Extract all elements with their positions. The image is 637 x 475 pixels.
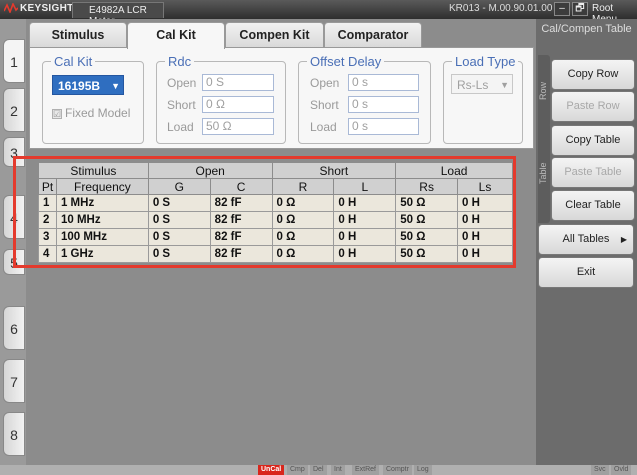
rdc-load-label: Load [167, 120, 194, 134]
status-bar: UnCal Cmp Del Int ExtRef Comptr Log Svc … [0, 465, 637, 475]
minimize-button[interactable]: – [554, 2, 570, 16]
paste-row-button[interactable]: Paste Row [551, 91, 635, 122]
status-cmp: Cmp [287, 465, 308, 475]
cal-kit-value: 16195B [58, 79, 101, 93]
row-group-label: Row [538, 55, 550, 127]
status-extref: ExtRef [352, 465, 380, 475]
offset-open-label: Open [310, 76, 340, 90]
status-del: Del [310, 465, 327, 475]
highlight-box [13, 156, 516, 268]
keysight-logo: KEYSIGHT [3, 2, 74, 15]
status-svc: Svc [591, 465, 609, 475]
softkey-panel: Cal/Compen Table Row Copy Row Paste Row … [536, 19, 637, 465]
offset-short-field[interactable]: 0 s [348, 96, 419, 113]
tab-stimulus[interactable]: Stimulus [29, 22, 127, 48]
rdc-open-field[interactable]: 0 S [202, 74, 274, 91]
offset-open-field[interactable]: 0 s [348, 74, 419, 91]
rdc-short-label: Short [167, 98, 196, 112]
copy-table-button[interactable]: Copy Table [551, 125, 635, 156]
checkbox-icon: ☑ [52, 109, 62, 119]
channel-tab-2[interactable]: 2 [3, 88, 25, 132]
rdc-short-field[interactable]: 0 Ω [202, 96, 274, 113]
all-tables-label: All Tables [562, 233, 610, 245]
cal-kit-legend: Cal Kit [54, 54, 93, 69]
channel-tab-1[interactable]: 1 [3, 39, 25, 83]
offset-delay-legend: Offset Delay [310, 54, 382, 69]
tab-comparator[interactable]: Comparator [324, 22, 422, 48]
channel-tab-8[interactable]: 8 [3, 412, 25, 456]
copy-row-button[interactable]: Copy Row [551, 59, 635, 90]
keysight-wave-icon [3, 2, 19, 15]
load-type-group: Load Type [443, 54, 523, 144]
status-log: Log [414, 465, 432, 475]
chevron-down-icon: ▼ [500, 80, 509, 90]
status-ovld: Ovld [611, 465, 632, 475]
rdc-legend: Rdc [168, 54, 192, 69]
status-comptr: Comptr [383, 465, 412, 475]
brand-name: KEYSIGHT [20, 3, 74, 14]
channel-tab-6[interactable]: 6 [3, 306, 25, 350]
status-int: Int [331, 465, 345, 475]
tab-bar: Stimulus Cal Kit Compen Kit Comparator [29, 22, 534, 49]
cal-kit-settings: Cal Kit 16195B ▼ ☑ Fixed Model Rdc Open 0 … [29, 47, 534, 149]
exit-button[interactable]: Exit [538, 257, 634, 288]
tab-compen-kit[interactable]: Compen Kit [225, 22, 324, 48]
chevron-down-icon: ▼ [111, 81, 120, 91]
load-type-legend: Load Type [455, 54, 516, 69]
softkey-title: Cal/Compen Table [541, 23, 632, 35]
cal-kit-group: Cal Kit [42, 54, 144, 144]
cal-kit-select[interactable]: 16195B ▼ [52, 75, 124, 95]
rdc-load-field[interactable]: 50 Ω [202, 118, 274, 135]
status-uncal: UnCal [258, 465, 285, 475]
table-group-label: Table [538, 123, 550, 223]
channel-tab-7[interactable]: 7 [3, 359, 25, 403]
fixed-model-checkbox[interactable]: ☑ Fixed Model [52, 106, 130, 120]
paste-table-button[interactable]: Paste Table [551, 157, 635, 188]
all-tables-button[interactable]: All Tables ▶ [538, 224, 634, 255]
title-bar: KEYSIGHT E4982A LCR Meter KR013 - M.00.9… [0, 0, 637, 27]
rdc-open-label: Open [167, 76, 197, 90]
app-tab[interactable]: E4982A LCR Meter [72, 2, 164, 27]
chevron-right-icon: ▶ [620, 235, 627, 244]
serial-version: KR013 - M.00.90.01.00 [449, 3, 553, 14]
load-type-select[interactable]: Rs-Ls ▼ [451, 74, 513, 94]
tab-cal-kit[interactable]: Cal Kit [127, 22, 225, 49]
load-type-value: Rs-Ls [457, 78, 489, 92]
offset-load-label: Load [310, 120, 337, 134]
offset-short-label: Short [310, 98, 339, 112]
offset-load-field[interactable]: 0 s [348, 118, 419, 135]
clear-table-button[interactable]: Clear Table [551, 190, 635, 221]
fixed-model-label: Fixed Model [65, 106, 131, 120]
restore-button[interactable]: 🗗 [572, 2, 588, 16]
